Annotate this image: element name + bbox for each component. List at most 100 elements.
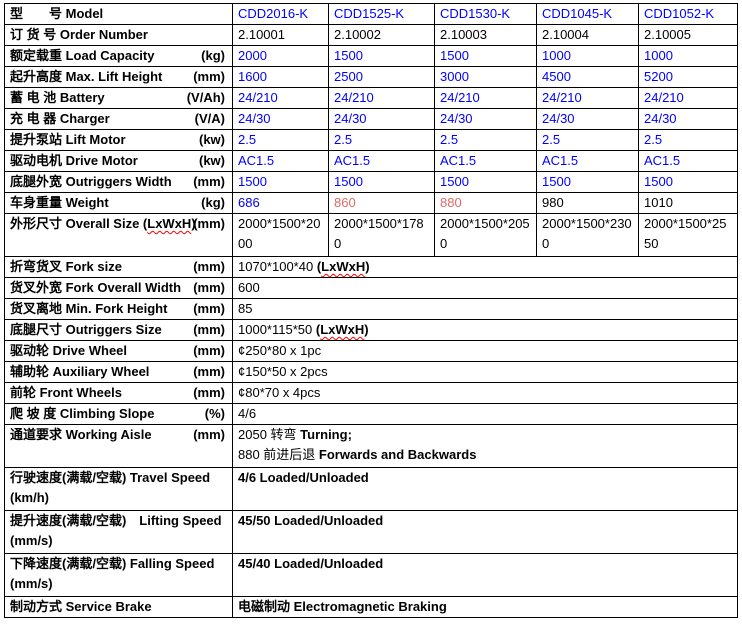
- spec-row-auxiliary-wheel: 辅助轮 Auxiliary Wheel(mm)¢150*50 x 2pcs: [5, 362, 738, 383]
- value-outriggers-width-CDD1052-K: 1500: [639, 172, 738, 193]
- spec-row-fork-overall-width: 货叉外宽 Fork Overall Width(mm)600: [5, 278, 738, 299]
- row-unit: (mm): [193, 383, 225, 403]
- row-label-order-number: 订 货 号 Order Number: [5, 25, 233, 46]
- spec-row-weight: 车身重量 Weight(kg)6868608809801010: [5, 193, 738, 214]
- spellcheck-squiggle-text: LxWxH: [320, 322, 364, 337]
- row-unit: (mm/s): [10, 531, 227, 551]
- value-model-CDD1525-K: CDD1525-K: [329, 4, 435, 25]
- value-load-capacity-CDD1052-K: 1000: [639, 46, 738, 67]
- spec-row-service-brake: 制动方式 Service Brake电磁制动 Electromagnetic B…: [5, 597, 738, 618]
- row-label-lift-motor: 提升泵站 Lift Motor (kw): [5, 130, 233, 151]
- value-fork-size: 1070*100*40 (LxWxH): [233, 257, 738, 278]
- value-auxiliary-wheel: ¢150*50 x 2pcs: [233, 362, 738, 383]
- value-outriggers-width-CDD1530-K: 1500: [435, 172, 537, 193]
- row-label-text: 订 货 号 Order Number: [10, 27, 148, 42]
- value-outriggers-width-CDD1525-K: 1500: [329, 172, 435, 193]
- value-charger-CDD2016-K: 24/30: [233, 109, 329, 130]
- value-overall-size-CDD1045-K: 2000*1500*2300: [537, 214, 639, 257]
- row-label-text: 驱动电机 Drive Motor: [10, 153, 138, 168]
- value-weight-CDD1530-K: 880: [435, 193, 537, 214]
- value-line: 45/50 Loaded/Unloaded: [238, 511, 732, 531]
- row-label-text: 前轮 Front Wheels: [10, 385, 122, 400]
- value-order-number-CDD1525-K: 2.10002: [329, 25, 435, 46]
- text-segment: 货叉离地 Min. Fork Height: [10, 301, 167, 316]
- text-segment: 蓄 电 池 Battery: [10, 90, 105, 105]
- row-unit: (mm): [193, 214, 225, 234]
- text-segment: 提升泵站 Lift Motor: [10, 132, 126, 147]
- spec-table-body: 型 号 ModelCDD2016-KCDD1525-KCDD1530-KCDD1…: [5, 4, 738, 618]
- value-line: 1070*100*40 (LxWxH): [238, 257, 732, 277]
- text-segment: 880 前进后退: [238, 447, 319, 462]
- value-max-lift-height-CDD1525-K: 2500: [329, 67, 435, 88]
- value-order-number-CDD2016-K: 2.10001: [233, 25, 329, 46]
- text-segment: 电磁制动 Electromagnetic Braking: [238, 599, 447, 614]
- text-segment: 85: [238, 301, 252, 316]
- spec-row-battery: 蓄 电 池 Battery(V/Ah)24/21024/21024/21024/…: [5, 88, 738, 109]
- row-unit: (V/Ah): [187, 88, 225, 108]
- spec-row-drive-motor: 驱动电机 Drive Motor(kw)AC1.5AC1.5AC1.5AC1.5…: [5, 151, 738, 172]
- value-drive-motor-CDD1052-K: AC1.5: [639, 151, 738, 172]
- value-min-fork-height: 85: [233, 299, 738, 320]
- row-unit: (mm/s): [10, 574, 227, 594]
- value-max-lift-height-CDD1052-K: 5200: [639, 67, 738, 88]
- value-charger-CDD1525-K: 24/30: [329, 109, 435, 130]
- value-load-capacity-CDD1530-K: 1500: [435, 46, 537, 67]
- text-segment: ¢250*80 x 1pc: [238, 343, 321, 358]
- row-label-text: 爬 坡 度 Climbing Slope: [10, 406, 154, 421]
- value-line: 1000*115*50 (LxWxH): [238, 320, 732, 340]
- text-segment: 1000*115*50: [238, 322, 316, 337]
- row-label-text: 下降速度(满载/空载) Falling Speed: [10, 556, 214, 571]
- row-unit: (kw): [199, 130, 225, 150]
- row-label-charger: 充 电 器 Charger(V/A): [5, 109, 233, 130]
- value-fork-overall-width: 600: [233, 278, 738, 299]
- text-segment: 充 电 器 Charger: [10, 111, 110, 126]
- row-label-working-aisle: 通道要求 Working Aisle(mm): [5, 425, 233, 468]
- text-segment: 额定载重 Load Capacity: [10, 48, 154, 63]
- row-label-lifting-speed: 提升速度(满载/空载) Lifting Speed (mm/s): [5, 511, 233, 554]
- value-line: ¢150*50 x 2pcs: [238, 362, 732, 382]
- value-max-lift-height-CDD2016-K: 1600: [233, 67, 329, 88]
- text-segment: 通道要求 Working Aisle: [10, 427, 152, 442]
- value-outriggers-size: 1000*115*50 (LxWxH): [233, 320, 738, 341]
- row-label-text: 提升泵站 Lift Motor: [10, 132, 126, 147]
- row-label-text: 提升速度(满载/空载) Lifting Speed: [10, 513, 222, 528]
- value-battery-CDD1045-K: 24/210: [537, 88, 639, 109]
- value-order-number-CDD1052-K: 2.10005: [639, 25, 738, 46]
- row-label-text: 折弯货叉 Fork size: [10, 259, 122, 274]
- text-segment: 外形尺寸 Overall Size (: [10, 216, 147, 231]
- text-segment: 辅助轮 Auxiliary Wheel: [10, 364, 149, 379]
- row-label-text: 型 号 Model: [10, 6, 103, 21]
- value-line: 45/40 Loaded/Unloaded: [238, 554, 732, 574]
- row-label-text: 额定载重 Load Capacity: [10, 48, 154, 63]
- spec-row-order-number: 订 货 号 Order Number2.100012.100022.100032…: [5, 25, 738, 46]
- text-segment: 600: [238, 280, 260, 295]
- value-lifting-speed: 45/50 Loaded/Unloaded: [233, 511, 738, 554]
- spec-row-outriggers-width: 底腿外宽 Outriggers Width(mm)150015001500150…: [5, 172, 738, 193]
- row-label-travel-speed: 行驶速度(满载/空载) Travel Speed(km/h): [5, 468, 233, 511]
- row-unit: (kg): [201, 193, 225, 213]
- spec-row-model: 型 号 ModelCDD2016-KCDD1525-KCDD1530-KCDD1…: [5, 4, 738, 25]
- value-outriggers-width-CDD2016-K: 1500: [233, 172, 329, 193]
- text-segment: Forwards and Backwards: [319, 447, 477, 462]
- spellcheck-squiggle-text: LxWxH: [321, 259, 365, 274]
- value-drive-motor-CDD1530-K: AC1.5: [435, 151, 537, 172]
- text-segment: 前轮 Front Wheels: [10, 385, 122, 400]
- text-segment: 底腿尺寸 Outriggers Size: [10, 322, 162, 337]
- value-weight-CDD1525-K: 860: [329, 193, 435, 214]
- value-service-brake: 电磁制动 Electromagnetic Braking: [233, 597, 738, 618]
- row-label-drive-motor: 驱动电机 Drive Motor(kw): [5, 151, 233, 172]
- value-charger-CDD1052-K: 24/30: [639, 109, 738, 130]
- text-segment: 车身重量 Weight: [10, 195, 109, 210]
- text-segment: 折弯货叉 Fork size: [10, 259, 122, 274]
- value-model-CDD1530-K: CDD1530-K: [435, 4, 537, 25]
- text-segment: 型 号 Model: [10, 6, 103, 21]
- value-charger-CDD1530-K: 24/30: [435, 109, 537, 130]
- value-lift-motor-CDD2016-K: 2.5: [233, 130, 329, 151]
- value-max-lift-height-CDD1530-K: 3000: [435, 67, 537, 88]
- value-weight-CDD2016-K: 686: [233, 193, 329, 214]
- row-label-text: 辅助轮 Auxiliary Wheel: [10, 364, 149, 379]
- row-label-text: 货叉离地 Min. Fork Height: [10, 301, 167, 316]
- text-segment: 驱动轮 Drive Wheel: [10, 343, 127, 358]
- row-label-drive-wheel: 驱动轮 Drive Wheel(mm): [5, 341, 233, 362]
- row-label-text: 行驶速度(满载/空载) Travel Speed: [10, 470, 210, 485]
